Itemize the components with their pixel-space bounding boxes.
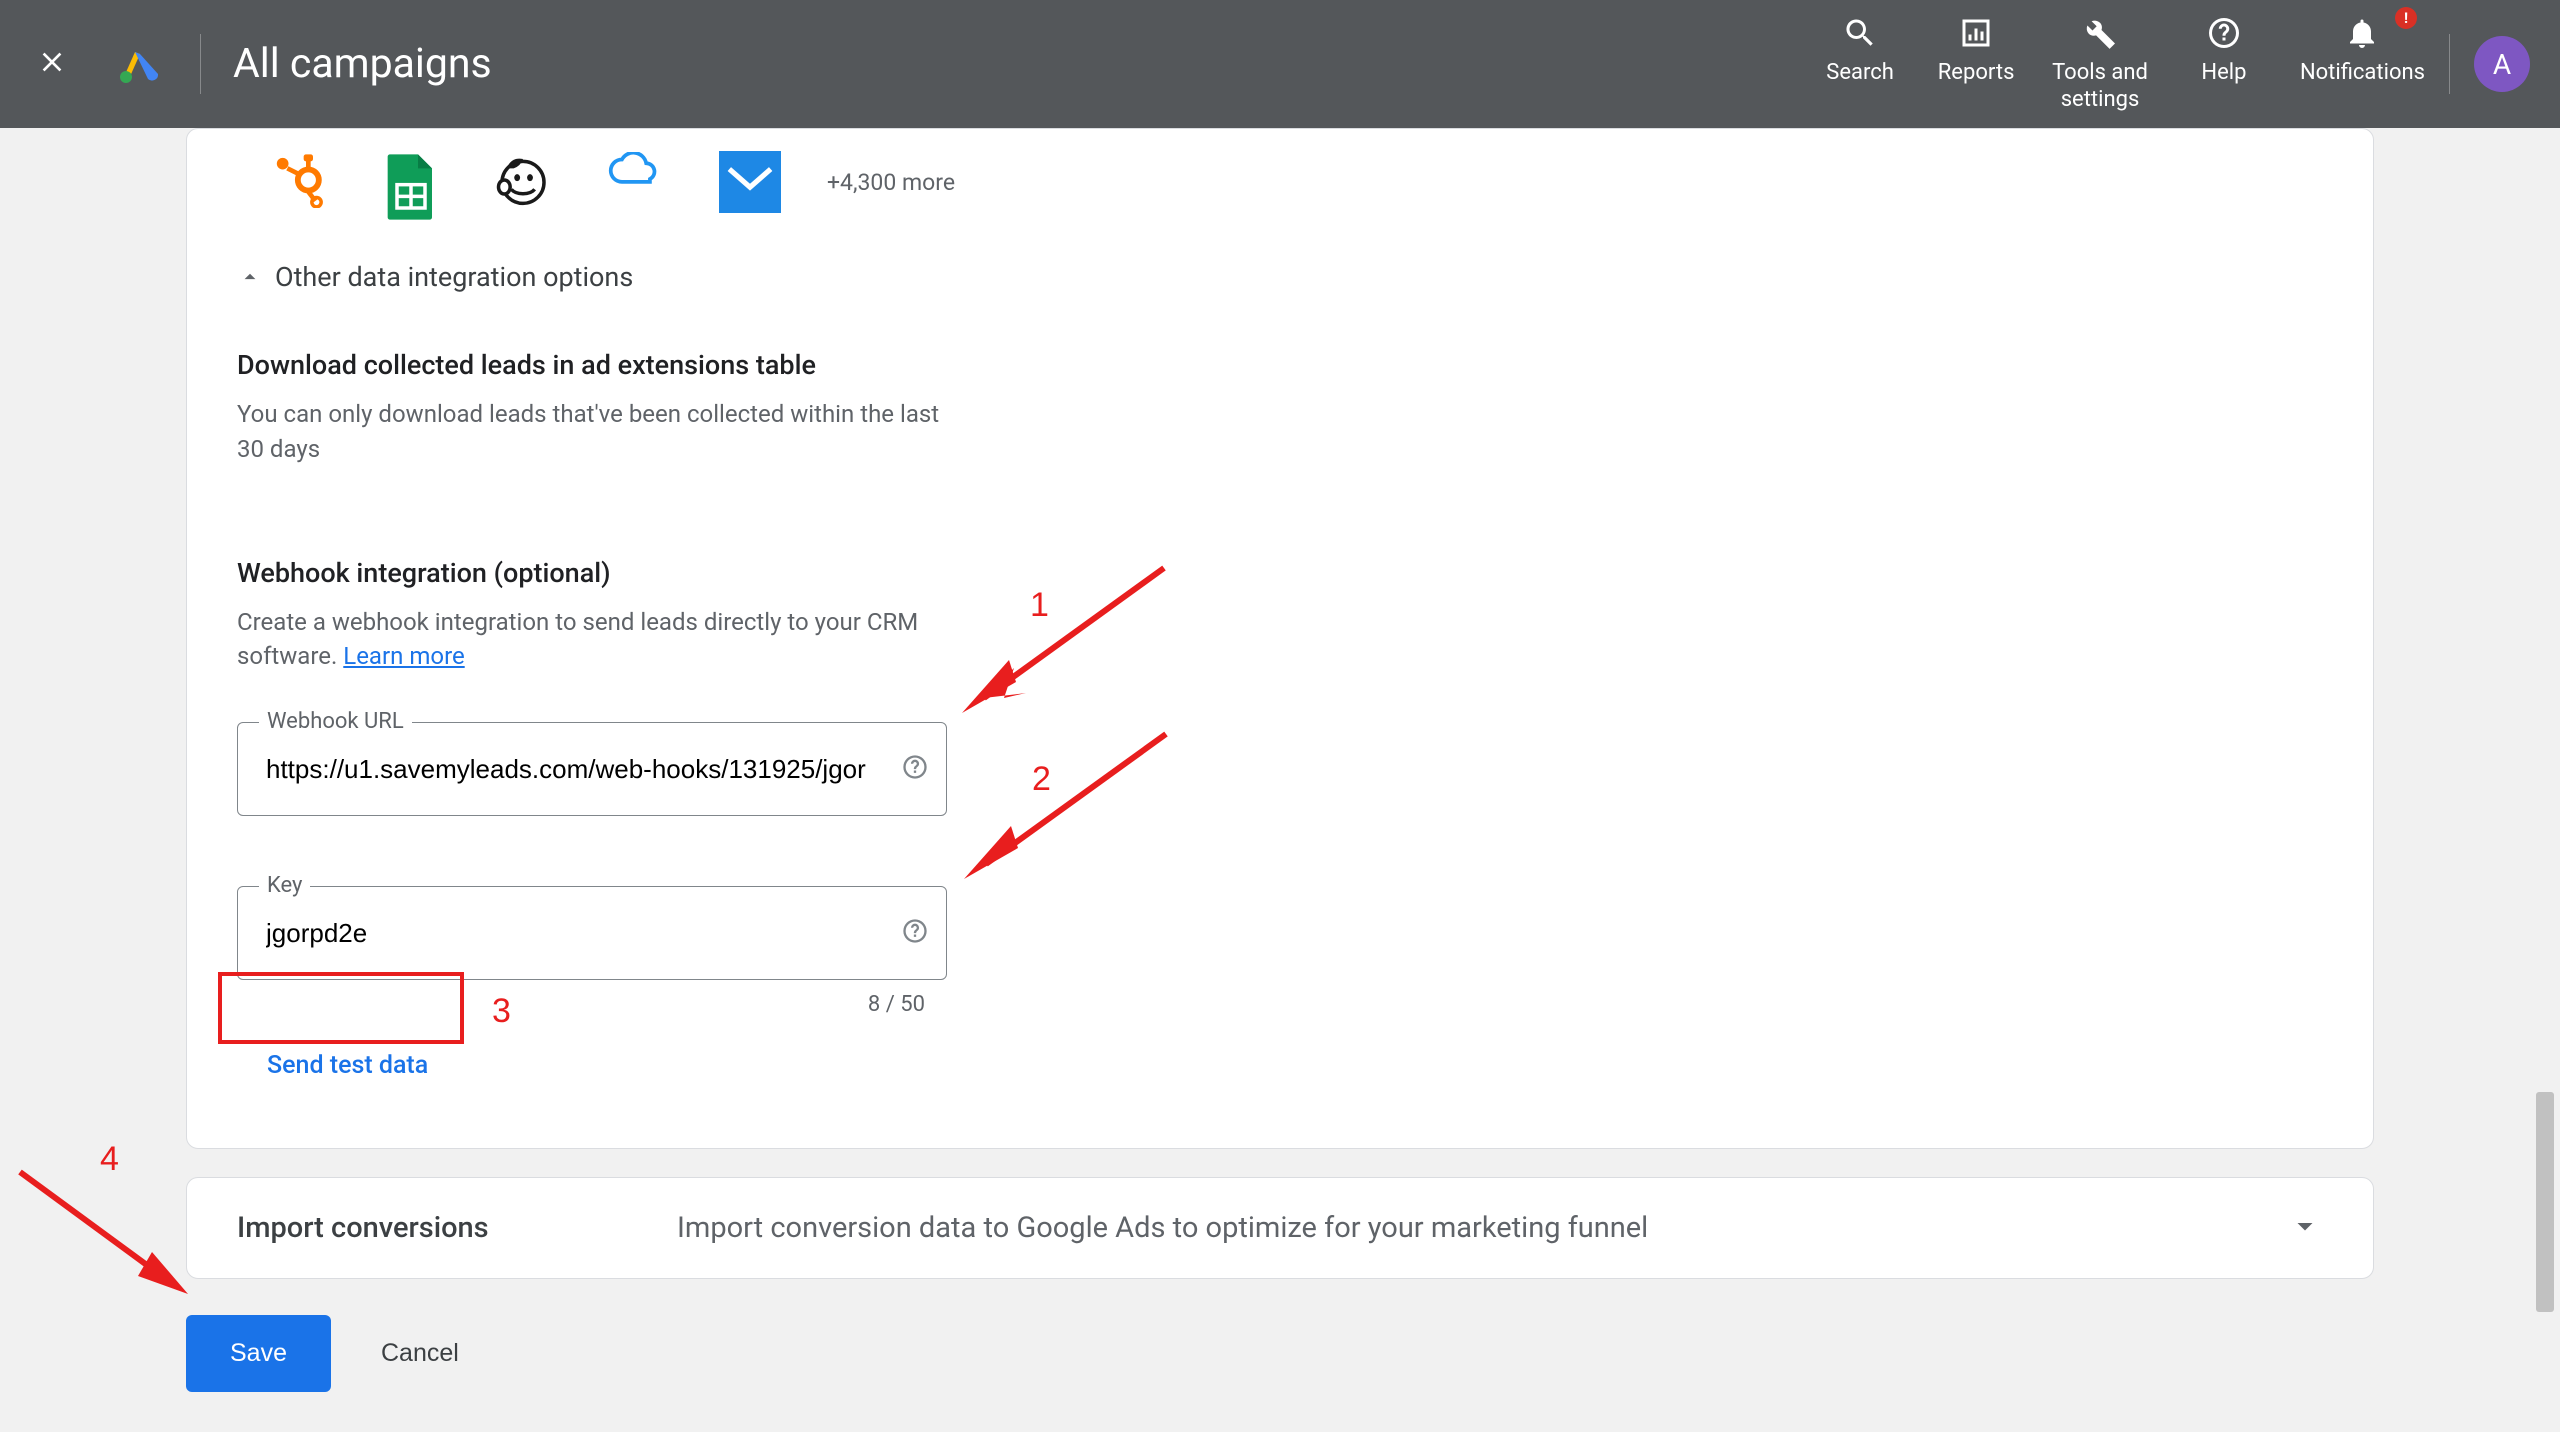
more-integrations-text[interactable]: +4,300 more (827, 169, 955, 196)
nav-tools[interactable]: Tools and settings (2052, 15, 2148, 114)
nav-reports-label: Reports (1938, 59, 2015, 87)
nav-tools-label: Tools and settings (2052, 59, 2148, 114)
nav-search[interactable]: Search (1820, 15, 1900, 87)
divider (200, 34, 201, 94)
webhook-key-label: Key (259, 873, 310, 898)
webhook-section-title: Webhook integration (optional) (237, 557, 2323, 589)
close-icon[interactable] (36, 41, 68, 88)
google-ads-logo-icon (118, 44, 158, 84)
download-section-title: Download collected leads in ad extension… (237, 349, 2323, 381)
annotation-arrow-1 (954, 558, 1184, 722)
google-sheets-icon[interactable] (383, 152, 439, 212)
divider (2449, 34, 2450, 94)
nav-notifications-label: Notifications (2300, 59, 2425, 87)
webhook-key-input[interactable] (237, 886, 947, 980)
help-icon[interactable] (901, 753, 929, 785)
header-bar: All campaigns Search Reports Tools and s… (0, 0, 2560, 128)
nav-help-label: Help (2201, 59, 2246, 87)
notification-badge: ! (2395, 7, 2417, 29)
download-section-desc: You can only download leads that've been… (237, 397, 957, 467)
annotation-number-3: 3 (492, 992, 511, 1031)
annotation-arrow-4 (10, 1162, 210, 1306)
webhook-url-input[interactable] (237, 722, 947, 816)
nav-help[interactable]: Help (2184, 15, 2264, 87)
hubspot-icon[interactable] (271, 152, 327, 212)
help-icon[interactable] (901, 917, 929, 949)
webhook-url-label: Webhook URL (259, 709, 412, 734)
integration-card: +4,300 more Other data integration optio… (186, 128, 2374, 1149)
campaign-monitor-icon[interactable] (719, 151, 781, 213)
import-conversions-title: Import conversions (237, 1211, 677, 1245)
action-buttons: Save Cancel (186, 1315, 2374, 1392)
nav-reports[interactable]: Reports (1936, 15, 2016, 87)
annotation-box-3 (218, 972, 464, 1044)
integration-icons-row: +4,300 more (237, 129, 2323, 247)
nav-search-label: Search (1826, 59, 1894, 87)
cloud-icon[interactable] (607, 152, 663, 212)
cancel-button[interactable]: Cancel (371, 1315, 469, 1392)
page-title: All campaigns (233, 40, 1820, 88)
webhook-key-field: Key (237, 886, 947, 980)
nav-notifications[interactable]: ! Notifications (2300, 15, 2425, 87)
chevron-up-icon (237, 264, 263, 290)
webhook-url-field: Webhook URL (237, 722, 947, 816)
import-conversions-row[interactable]: Import conversions Import conversion dat… (186, 1177, 2374, 1279)
annotation-number-2: 2 (1032, 760, 1051, 799)
learn-more-link[interactable]: Learn more (343, 642, 464, 670)
mailchimp-icon[interactable] (495, 152, 551, 212)
avatar[interactable]: A (2474, 36, 2530, 92)
annotation-arrow-2 (956, 724, 1186, 888)
annotation-number-1: 1 (1030, 586, 1049, 625)
header-nav: Search Reports Tools and settings Help !… (1820, 15, 2425, 114)
webhook-section-desc: Create a webhook integration to send lea… (237, 605, 957, 675)
chevron-down-icon (2287, 1208, 2323, 1248)
annotation-number-4: 4 (100, 1140, 119, 1179)
other-options-toggle[interactable]: Other data integration options (237, 247, 2323, 321)
import-conversions-desc: Import conversion data to Google Ads to … (677, 1211, 2287, 1245)
save-button[interactable]: Save (186, 1315, 331, 1392)
other-options-label: Other data integration options (275, 261, 633, 293)
scrollbar-thumb[interactable] (2536, 1092, 2554, 1312)
